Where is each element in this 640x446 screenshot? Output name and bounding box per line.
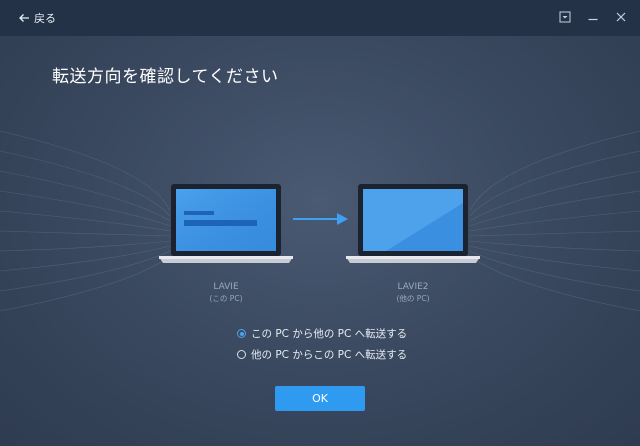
minimize-button[interactable] [586,10,600,24]
radio-unchecked-icon[interactable] [237,350,246,359]
transfer-arrow-icon [293,213,348,225]
menu-dropdown-button[interactable] [558,10,572,24]
target-device-name: LAVIE2 [397,282,429,292]
page-title: 転送方向を確認してください [52,67,279,87]
target-device-sub: (他の PC) [396,294,430,303]
back-label: 戻る [34,12,56,25]
background-lines [0,130,640,312]
close-button[interactable] [614,10,628,24]
transfer-direction-window: 戻る 転送方向を確認してください LAVIE (この PC) LAVIE2 (他… [0,0,640,446]
source-device-name: LAVIE [213,282,239,292]
option-this-to-other[interactable]: この PC から他の PC へ転送する [237,326,407,341]
dropdown-box-icon [559,11,571,23]
radio-checked-icon[interactable] [237,329,246,338]
target-laptop-image [346,183,480,265]
source-laptop-image [159,183,293,265]
close-icon [616,12,626,22]
ok-button[interactable]: OK [275,386,365,411]
option-other-to-this[interactable]: 他の PC からこの PC へ転送する [237,347,407,362]
source-device-label: LAVIE (この PC) [166,282,286,304]
target-device-label: LAVIE2 (他の PC) [353,282,473,304]
option-label: この PC から他の PC へ転送する [251,328,408,340]
minimize-icon [588,18,598,21]
arrow-left-icon [19,14,29,22]
back-button[interactable]: 戻る [18,10,56,26]
option-label: 他の PC からこの PC へ転送する [251,349,408,361]
source-device-sub: (この PC) [209,294,243,303]
title-bar: 戻る [0,0,640,36]
